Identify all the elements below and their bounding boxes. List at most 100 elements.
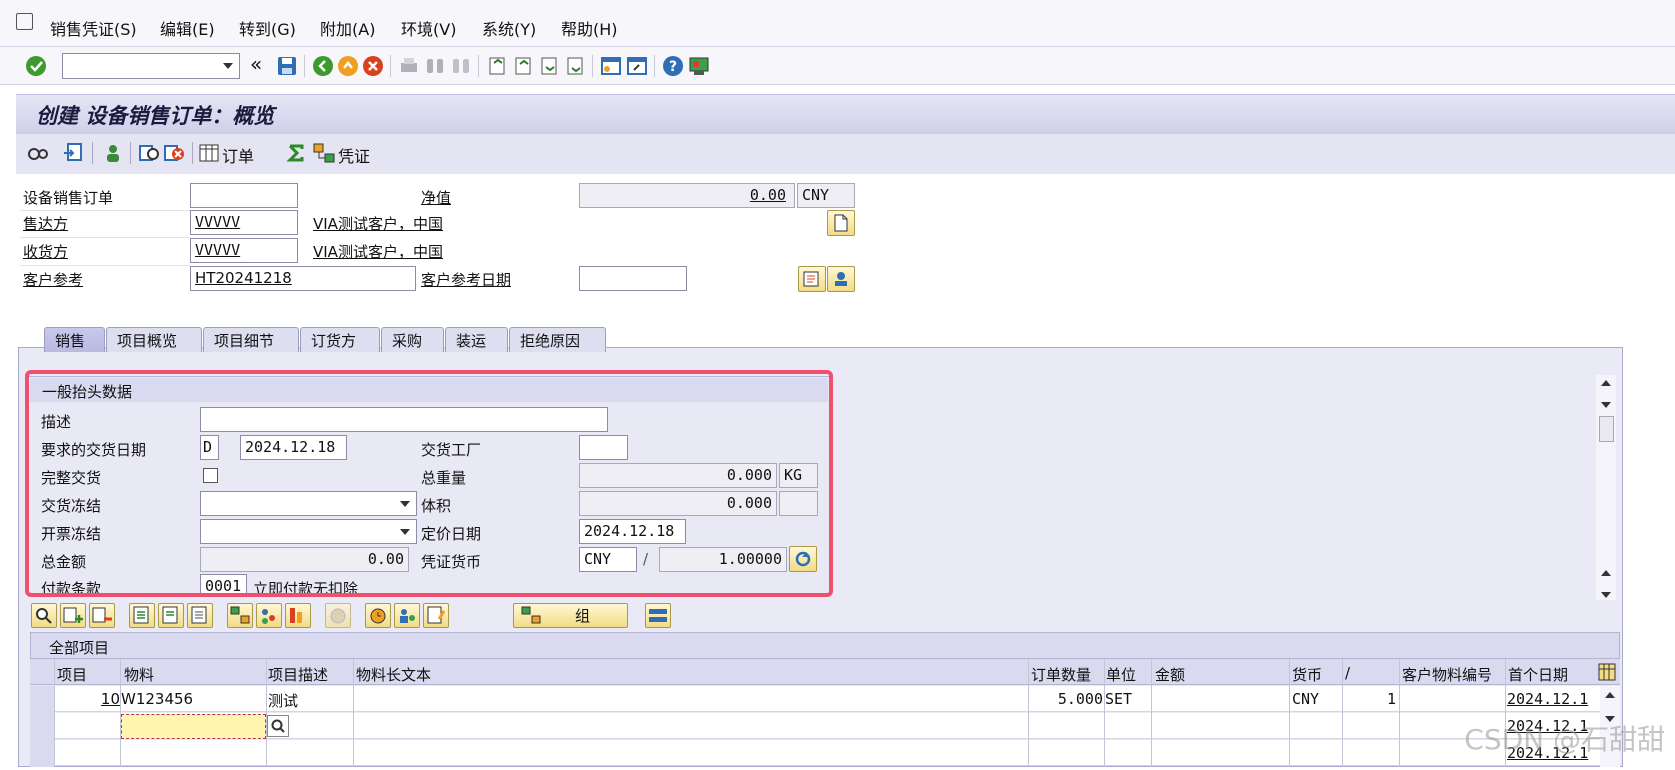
structure-button[interactable] <box>256 603 282 628</box>
tab-item-overview[interactable]: 项目概览 <box>106 327 202 352</box>
cell-unit[interactable]: SET <box>1105 690 1132 708</box>
find-icon[interactable] <box>424 55 446 77</box>
first-page-icon[interactable] <box>486 55 508 77</box>
table-row[interactable] <box>30 740 1620 766</box>
scroll-down-icon[interactable] <box>1601 402 1611 408</box>
column-header-currency[interactable]: 货币 <box>1292 664 1322 685</box>
table-settings-icon[interactable] <box>1598 663 1616 681</box>
order-table-icon[interactable] <box>199 143 219 163</box>
pricing-button[interactable] <box>325 603 351 628</box>
order-button-label[interactable]: 订单 <box>222 143 254 167</box>
menu-extras[interactable]: 附加(A) <box>320 16 375 40</box>
last-page-icon[interactable] <box>564 55 586 77</box>
cell-per[interactable]: 1 <box>1343 690 1396 708</box>
column-header-unit[interactable]: 单位 <box>1106 664 1136 685</box>
tab-shipping[interactable]: 装运 <box>445 327 508 352</box>
layout-button[interactable] <box>645 603 671 628</box>
document-icon[interactable] <box>313 142 337 164</box>
document-button-label[interactable]: 凭证 <box>338 143 370 167</box>
cancel-icon[interactable] <box>362 55 384 77</box>
menu-help[interactable]: 帮助(H) <box>561 16 618 40</box>
enter-check-icon[interactable] <box>25 55 47 77</box>
ship-to-field[interactable]: VVVVV <box>190 238 298 263</box>
tab-reason-for-rejection[interactable]: 拒绝原因 <box>509 327 606 352</box>
display-variants-icon[interactable] <box>26 142 50 164</box>
column-header-material-long-text[interactable]: 物料长文本 <box>356 664 431 685</box>
schedule-lines-button[interactable] <box>365 603 391 628</box>
header-detail-button[interactable] <box>798 266 826 292</box>
scroll-up-icon[interactable] <box>1605 692 1615 698</box>
column-header-order-quantity[interactable]: 订单数量 <box>1031 664 1091 685</box>
availability-button[interactable] <box>285 603 311 628</box>
group-button[interactable]: 组 <box>513 603 628 628</box>
menu-sales-document[interactable]: 销售凭证(S) <box>50 16 137 40</box>
partner-icon[interactable] <box>102 142 124 164</box>
find-next-icon[interactable] <box>450 55 472 77</box>
shortcut-icon[interactable] <box>626 55 648 77</box>
menu-goto[interactable]: 转到(G) <box>239 16 296 40</box>
cell-currency[interactable]: CNY <box>1292 690 1319 708</box>
scroll-thumb[interactable] <box>1599 416 1614 442</box>
header-scrollbar[interactable] <box>1596 375 1616 602</box>
delete-item-icon[interactable] <box>163 142 185 164</box>
column-header-item[interactable]: 项目 <box>57 664 87 685</box>
header-detail-icon <box>803 271 819 287</box>
help-icon[interactable]: ? <box>662 55 684 77</box>
cell-order-quantity[interactable]: 5.000 <box>1028 690 1103 708</box>
select-block-button[interactable] <box>158 603 184 628</box>
scroll-up-icon[interactable] <box>1601 570 1611 576</box>
toolbar-separator <box>192 142 193 164</box>
next-page-icon[interactable] <box>538 55 560 77</box>
cell-material[interactable]: W123456 <box>121 690 193 708</box>
cell-item-description[interactable]: 测试 <box>268 690 298 711</box>
copy-document-icon[interactable] <box>138 142 160 164</box>
back-icon[interactable] <box>312 55 334 77</box>
new-session-icon[interactable] <box>600 55 622 77</box>
print-icon[interactable] <box>398 55 420 77</box>
column-header-item-description[interactable]: 项目描述 <box>268 664 328 685</box>
column-header-amount[interactable]: 金额 <box>1155 664 1185 685</box>
tab-sales[interactable]: 销售 <box>44 327 105 352</box>
scroll-up-icon[interactable] <box>1601 380 1611 386</box>
column-header-first-date[interactable]: 首个日期 <box>1508 664 1568 685</box>
scroll-down-icon[interactable] <box>1601 592 1611 598</box>
partner-item-button[interactable] <box>394 603 420 628</box>
sold-to-field[interactable]: VVVVV <box>190 210 298 235</box>
configuration-button[interactable] <box>227 603 253 628</box>
command-field[interactable] <box>62 53 240 79</box>
cell-first-date[interactable]: 2024.12.1 <box>1507 690 1588 708</box>
previous-page-icon[interactable] <box>512 55 534 77</box>
delete-row-button[interactable] <box>89 603 115 628</box>
tab-item-detail[interactable]: 项目细节 <box>203 327 299 352</box>
document-flow-icon[interactable] <box>62 142 84 164</box>
column-header-customer-material[interactable]: 客户物料编号 <box>1402 664 1492 685</box>
menu-system[interactable]: 系统(Y) <box>482 16 536 40</box>
customer-reference-field[interactable]: HT20241218 <box>190 266 416 291</box>
texts-button[interactable] <box>423 603 449 628</box>
sum-icon[interactable] <box>286 143 306 163</box>
select-all-button[interactable] <box>129 603 155 628</box>
tab-procurement[interactable]: 采购 <box>381 327 444 352</box>
menu-edit[interactable]: 编辑(E) <box>160 16 215 40</box>
layout-menu-icon[interactable] <box>688 55 710 77</box>
tab-ordering-party[interactable]: 订货方 <box>300 327 380 352</box>
header-document-button[interactable] <box>827 210 855 236</box>
save-icon[interactable] <box>276 55 298 77</box>
exit-icon[interactable] <box>337 55 359 77</box>
order-number-field[interactable] <box>190 183 298 208</box>
menu-environment[interactable]: 环境(V) <box>401 16 456 40</box>
new-material-input[interactable] <box>121 714 266 739</box>
deselect-all-button[interactable] <box>187 603 213 628</box>
header-texts-button[interactable] <box>827 266 855 292</box>
value-help-button[interactable] <box>267 715 289 737</box>
row-selector-column[interactable] <box>30 686 54 767</box>
insert-row-button[interactable] <box>60 603 86 628</box>
cell-item-number[interactable]: 10 <box>54 690 120 708</box>
column-header-per[interactable]: / <box>1345 664 1350 682</box>
column-divider <box>1028 659 1029 767</box>
menu-toggle-icon[interactable] <box>16 13 33 30</box>
customer-reference-date-field[interactable] <box>579 266 687 291</box>
collapse-icon[interactable]: « <box>250 52 262 76</box>
item-detail-button[interactable] <box>31 603 57 628</box>
column-header-material[interactable]: 物料 <box>124 664 154 685</box>
